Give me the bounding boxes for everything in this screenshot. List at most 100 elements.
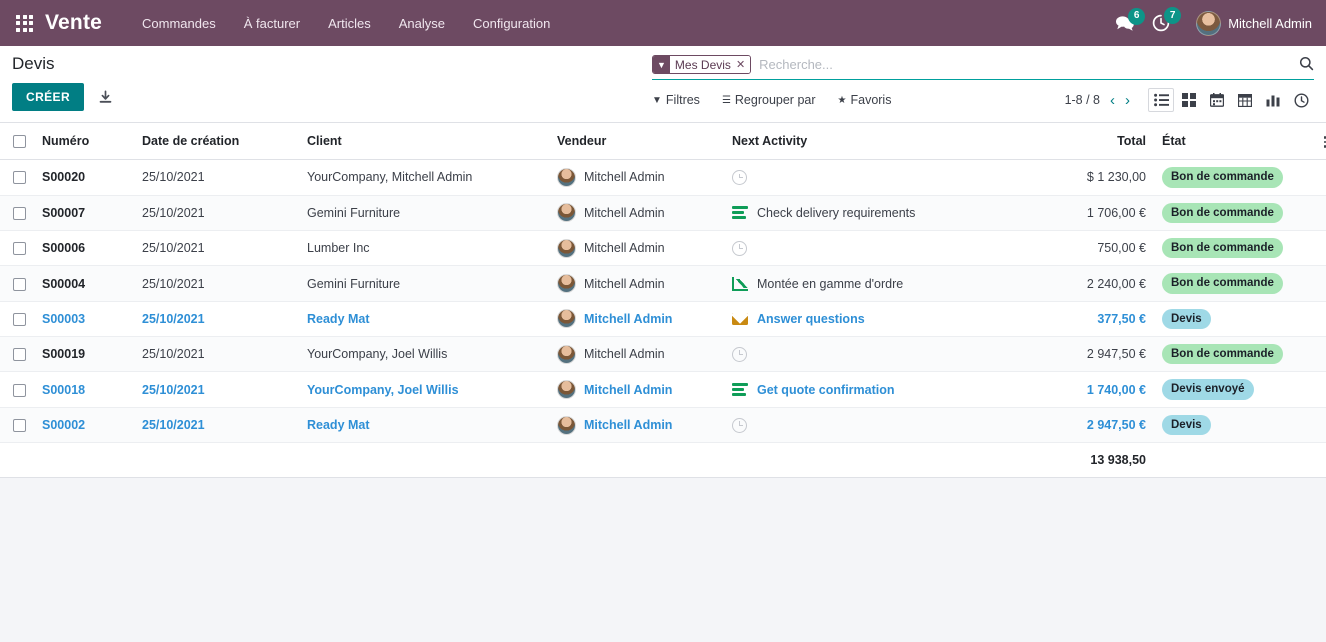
activity-label: Get quote confirmation — [757, 383, 895, 397]
table-row[interactable]: S0000625/10/2021Lumber IncMitchell Admin… — [0, 230, 1326, 265]
activities-button[interactable]: 7 — [1152, 14, 1170, 32]
table-row[interactable]: S0000725/10/2021Gemini FurnitureMitchell… — [0, 195, 1326, 230]
empty-clock-icon[interactable] — [732, 418, 747, 433]
cell-client: Lumber Inc — [299, 230, 549, 265]
checkbox-icon[interactable] — [13, 242, 26, 255]
apps-grid-icon[interactable] — [16, 15, 33, 32]
close-x-icon[interactable]: ✕ — [736, 56, 750, 73]
graph-view-icon[interactable] — [1260, 88, 1286, 112]
menu-item-analyse[interactable]: Analyse — [385, 10, 459, 37]
checkbox-icon[interactable] — [13, 135, 26, 148]
cell-numero[interactable]: S00002 — [34, 407, 134, 442]
empty-clock-icon[interactable] — [732, 347, 747, 362]
cell-total: 750,00 € — [1029, 230, 1154, 265]
status-badge: Bon de commande — [1162, 203, 1283, 223]
row-checkbox-cell[interactable] — [0, 372, 34, 407]
search-bar[interactable]: ▼ Mes Devis ✕ — [652, 53, 1314, 80]
menu-item-articles[interactable]: Articles — [314, 10, 385, 37]
row-checkbox-cell[interactable] — [0, 230, 34, 265]
download-import-icon[interactable] — [98, 90, 113, 105]
cell-numero[interactable]: S00019 — [34, 337, 134, 372]
empty-clock-icon[interactable] — [732, 241, 747, 256]
column-header-etat[interactable]: État — [1154, 123, 1314, 160]
column-header-date[interactable]: Date de création — [134, 123, 299, 160]
cell-numero[interactable]: S00004 — [34, 266, 134, 301]
checkbox-icon[interactable] — [13, 419, 26, 432]
app-brand-title[interactable]: Vente — [45, 11, 102, 35]
row-checkbox-cell[interactable] — [0, 407, 34, 442]
search-input[interactable] — [755, 56, 1293, 73]
checkbox-icon[interactable] — [13, 348, 26, 361]
menu-item-a-facturer[interactable]: À facturer — [230, 10, 314, 37]
favorites-dropdown[interactable]: ★ Favoris — [838, 93, 892, 107]
todo-list-icon[interactable] — [732, 383, 748, 396]
activity-view-icon[interactable] — [1288, 88, 1314, 112]
column-options-button[interactable] — [1314, 123, 1326, 160]
status-badge: Devis — [1162, 415, 1211, 435]
checkbox-icon[interactable] — [13, 384, 26, 397]
total-amount: 2 240,00 € — [1087, 277, 1146, 291]
email-envelope-icon[interactable] — [732, 313, 748, 325]
table-row[interactable]: S0000225/10/2021Ready MatMitchell Admin2… — [0, 407, 1326, 442]
cell-etat: Devis — [1154, 301, 1314, 336]
cell-numero[interactable]: S00007 — [34, 195, 134, 230]
pager-range: 1-8 / 8 — [1065, 93, 1100, 107]
todo-list-icon[interactable] — [732, 206, 748, 219]
order-number: S00006 — [42, 241, 85, 255]
groupby-dropdown[interactable]: ☰ Regrouper par — [722, 93, 816, 107]
row-checkbox-cell[interactable] — [0, 195, 34, 230]
chevron-left-icon[interactable]: ‹ — [1110, 93, 1115, 108]
empty-clock-icon[interactable] — [732, 170, 747, 185]
top-navbar: Vente Commandes À facturer Articles Anal… — [0, 0, 1326, 46]
cell-numero[interactable]: S00006 — [34, 230, 134, 265]
cell-vendeur: Mitchell Admin — [549, 195, 724, 230]
table-row[interactable]: S0002025/10/2021YourCompany, Mitchell Ad… — [0, 160, 1326, 195]
cell-vendeur: Mitchell Admin — [549, 230, 724, 265]
salesperson-name: Mitchell Admin — [584, 383, 672, 397]
upsell-chart-icon[interactable] — [732, 277, 748, 291]
checkbox-icon[interactable] — [13, 171, 26, 184]
cell-date: 25/10/2021 — [134, 266, 299, 301]
total-amount: 1 706,00 € — [1087, 206, 1146, 220]
cell-numero[interactable]: S00020 — [34, 160, 134, 195]
menu-item-configuration[interactable]: Configuration — [459, 10, 564, 37]
cell-numero[interactable]: S00018 — [34, 372, 134, 407]
row-checkbox-cell[interactable] — [0, 160, 34, 195]
menu-item-commandes[interactable]: Commandes — [128, 10, 230, 37]
column-header-total[interactable]: Total — [1029, 123, 1154, 160]
checkbox-icon[interactable] — [13, 313, 26, 326]
status-badge: Bon de commande — [1162, 238, 1283, 258]
cell-client: Gemini Furniture — [299, 266, 549, 301]
calendar-view-icon[interactable] — [1204, 88, 1230, 112]
table-row[interactable]: S0000325/10/2021Ready MatMitchell AdminA… — [0, 301, 1326, 336]
column-header-next-activity[interactable]: Next Activity — [724, 123, 1029, 160]
row-checkbox-cell[interactable] — [0, 301, 34, 336]
checkbox-icon[interactable] — [13, 207, 26, 220]
column-header-numero[interactable]: Numéro — [34, 123, 134, 160]
chevron-right-icon[interactable]: › — [1125, 93, 1130, 108]
cell-etat: Bon de commande — [1154, 160, 1314, 195]
table-row[interactable]: S0001825/10/2021YourCompany, Joel Willis… — [0, 372, 1326, 407]
cell-numero[interactable]: S00003 — [34, 301, 134, 336]
order-number: S00019 — [42, 347, 85, 361]
cell-client: YourCompany, Joel Willis — [299, 337, 549, 372]
table-row[interactable]: S0000425/10/2021Gemini FurnitureMitchell… — [0, 266, 1326, 301]
column-header-client[interactable]: Client — [299, 123, 549, 160]
order-number: S00018 — [42, 383, 85, 397]
column-header-vendeur[interactable]: Vendeur — [549, 123, 724, 160]
search-facet-mes-devis[interactable]: ▼ Mes Devis ✕ — [652, 55, 751, 74]
kanban-view-icon[interactable] — [1176, 88, 1202, 112]
select-all-header[interactable] — [0, 123, 34, 160]
messages-button[interactable]: 6 — [1115, 15, 1134, 32]
user-menu[interactable]: Mitchell Admin — [1196, 11, 1312, 36]
pivot-view-icon[interactable] — [1232, 88, 1258, 112]
row-checkbox-cell[interactable] — [0, 266, 34, 301]
filters-dropdown[interactable]: ▼ Filtres — [652, 93, 700, 107]
avatar — [1196, 11, 1221, 36]
search-icon[interactable] — [1293, 56, 1314, 74]
row-checkbox-cell[interactable] — [0, 337, 34, 372]
create-button[interactable]: CRÉER — [12, 83, 84, 111]
table-row[interactable]: S0001925/10/2021YourCompany, Joel Willis… — [0, 337, 1326, 372]
list-view-icon[interactable] — [1148, 88, 1174, 112]
checkbox-icon[interactable] — [13, 278, 26, 291]
